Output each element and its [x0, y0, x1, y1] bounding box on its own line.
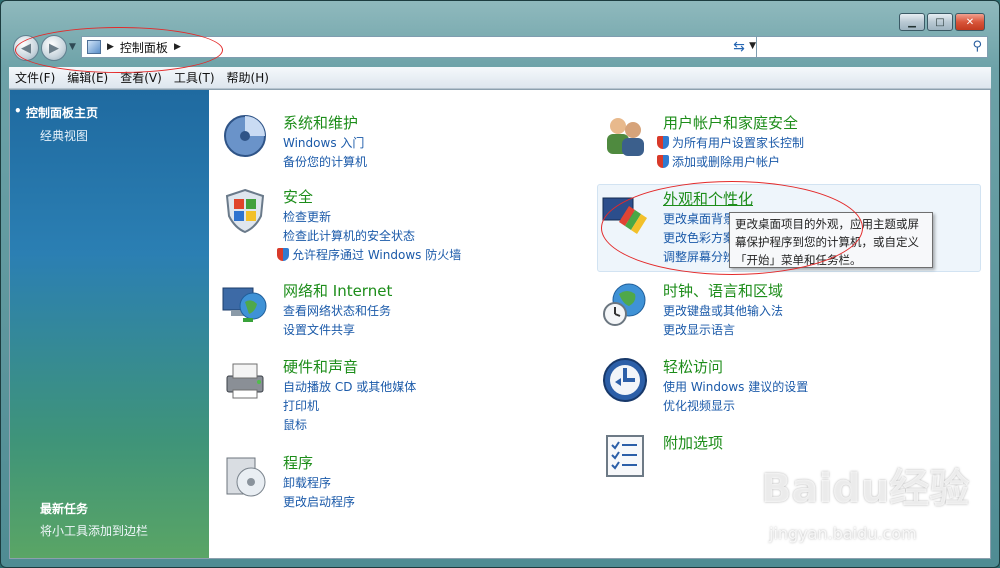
- menu-help[interactable]: 帮助(H): [221, 69, 275, 86]
- category-link[interactable]: 打印机: [283, 397, 319, 414]
- appearance-tooltip: 更改桌面项目的外观，应用主题或屏 幕保护程序到您的计算机，或自定义 「开始」菜单…: [729, 212, 933, 268]
- sidebar-recent-title: 最新任务: [40, 502, 89, 516]
- category-title[interactable]: 安全: [283, 186, 313, 207]
- category-hardware: 硬件和声音 自动播放 CD 或其他媒体 打印机 鼠标: [221, 356, 581, 436]
- category-title[interactable]: 附加选项: [663, 432, 723, 453]
- window-controls: ▁ □ ✕: [899, 13, 985, 31]
- menu-file[interactable]: 文件(F): [9, 69, 61, 86]
- search-input[interactable]: ⚲: [756, 36, 988, 58]
- uac-shield-icon: [657, 136, 669, 149]
- category-link[interactable]: 优化视频显示: [663, 397, 735, 414]
- system-maintenance-icon: [224, 115, 266, 157]
- category-security: 安全 检查更新 检查此计算机的安全状态 允许程序通过 Windows 防火墙: [221, 186, 581, 266]
- programs-disc-icon: [226, 457, 266, 497]
- uac-shield-icon: [657, 155, 669, 168]
- category-link[interactable]: 设置文件共享: [283, 321, 355, 338]
- tooltip-line: 幕保护程序到您的计算机，或自定义: [735, 235, 919, 249]
- clock-globe-icon: [603, 283, 646, 326]
- category-system: 系统和维护 Windows 入门 备份您的计算机: [221, 112, 581, 172]
- category-link[interactable]: 更改启动程序: [283, 493, 355, 510]
- category-link[interactable]: 更改键盘或其他输入法: [663, 302, 783, 319]
- category-users: 用户帐户和家庭安全 为所有用户设置家长控制 添加或删除用户帐户: [601, 112, 981, 172]
- search-icon[interactable]: ⚲: [972, 39, 982, 54]
- menu-bar: 文件(F) 编辑(E) 查看(V) 工具(T) 帮助(H): [9, 67, 991, 89]
- category-link-label: 允许程序通过 Windows 防火墙: [292, 248, 462, 262]
- forward-arrow-icon: ▶: [49, 40, 59, 56]
- category-link[interactable]: 更改显示语言: [663, 321, 735, 338]
- menu-tools[interactable]: 工具(T): [168, 69, 221, 86]
- back-button[interactable]: ◀: [13, 35, 39, 61]
- tooltip-line: 更改桌面项目的外观，应用主题或屏: [735, 217, 919, 231]
- recent-pages-chevron-icon[interactable]: ▼: [69, 42, 76, 52]
- category-link[interactable]: 查看网络状态和任务: [283, 302, 391, 319]
- category-link[interactable]: 鼠标: [283, 416, 307, 433]
- window-frame: ▁ □ ✕ ◀ ▶ ▼ ▶ 控制面板 ▶ ▼ ⇆ ⚲ 文件(F) 编辑(E) 查…: [0, 0, 1000, 568]
- back-arrow-icon: ◀: [21, 40, 31, 56]
- category-link[interactable]: Windows 入门: [283, 134, 364, 151]
- category-link[interactable]: 使用 Windows 建议的设置: [663, 378, 808, 395]
- breadcrumb-control-panel[interactable]: 控制面板: [120, 39, 168, 56]
- security-shield-icon: [225, 188, 265, 234]
- menu-edit[interactable]: 编辑(E): [61, 69, 114, 86]
- category-link-label: 添加或删除用户帐户: [672, 155, 781, 169]
- baidu-watermark-url: jingyan.baidu.com: [769, 524, 917, 543]
- address-bar[interactable]: ▶ 控制面板 ▶ ▼: [81, 36, 761, 58]
- category-title[interactable]: 硬件和声音: [283, 356, 358, 377]
- category-link[interactable]: 允许程序通过 Windows 防火墙: [277, 246, 461, 263]
- category-link[interactable]: 自动播放 CD 或其他媒体: [283, 378, 416, 395]
- category-link[interactable]: 更改色彩方案: [663, 229, 735, 246]
- category-ease-of-access: 轻松访问 使用 Windows 建议的设置 优化视频显示: [601, 356, 981, 416]
- sidebar-item-classic-view[interactable]: 经典视图: [40, 127, 88, 144]
- category-link[interactable]: 检查更新: [283, 208, 331, 225]
- category-link[interactable]: 更改桌面背景: [663, 210, 735, 227]
- category-title[interactable]: 用户帐户和家庭安全: [663, 112, 798, 133]
- minimize-button[interactable]: ▁: [899, 13, 925, 31]
- breadcrumb-separator-icon[interactable]: ▶: [174, 42, 181, 52]
- close-button[interactable]: ✕: [955, 13, 985, 31]
- refresh-icon[interactable]: ⇆: [729, 38, 749, 56]
- navigation-bar: ◀ ▶ ▼ ▶ 控制面板 ▶ ▼ ⇆ ⚲: [11, 34, 991, 62]
- category-programs: 程序 卸载程序 更改启动程序: [221, 452, 581, 512]
- category-link[interactable]: 为所有用户设置家长控制: [657, 134, 804, 151]
- category-link-label: 为所有用户设置家长控制: [672, 136, 805, 150]
- sidebar: 控制面板主页 经典视图 最新任务 将小工具添加到边栏: [10, 90, 209, 558]
- ease-of-access-icon: [603, 358, 647, 402]
- category-title[interactable]: 时钟、语言和区域: [663, 280, 783, 301]
- category-clock: 时钟、语言和区域 更改键盘或其他输入法 更改显示语言: [601, 280, 981, 340]
- sidebar-recent-item[interactable]: 将小工具添加到边栏: [40, 522, 148, 539]
- category-title[interactable]: 外观和个性化: [663, 188, 753, 209]
- maximize-button[interactable]: □: [927, 13, 953, 31]
- sidebar-item-home[interactable]: 控制面板主页: [14, 104, 98, 121]
- control-panel-icon: [87, 40, 101, 54]
- category-title[interactable]: 网络和 Internet: [283, 280, 392, 301]
- network-globe-icon: [222, 287, 267, 322]
- uac-shield-icon: [277, 248, 289, 261]
- category-link[interactable]: 添加或删除用户帐户: [657, 153, 780, 170]
- category-title[interactable]: 程序: [283, 452, 313, 473]
- checklist-icon: [606, 435, 644, 477]
- category-title[interactable]: 轻松访问: [663, 356, 723, 377]
- tooltip-line: 「开始」菜单和任务栏。: [735, 253, 862, 267]
- breadcrumb-separator-icon[interactable]: ▶: [107, 42, 114, 52]
- category-title[interactable]: 系统和维护: [283, 112, 358, 133]
- user-accounts-icon: [607, 118, 644, 156]
- menu-view[interactable]: 查看(V): [114, 69, 168, 86]
- forward-button[interactable]: ▶: [41, 35, 67, 61]
- category-link[interactable]: 备份您的计算机: [283, 153, 367, 170]
- baidu-watermark: Baidu经验: [761, 466, 970, 512]
- category-network: 网络和 Internet 查看网络状态和任务 设置文件共享: [221, 280, 581, 340]
- address-dropdown-icon[interactable]: ▼: [749, 41, 756, 51]
- category-link[interactable]: 检查此计算机的安全状态: [283, 227, 415, 244]
- appearance-palette-icon: [602, 197, 647, 234]
- category-link[interactable]: 卸载程序: [283, 474, 331, 491]
- hardware-printer-icon: [226, 363, 264, 399]
